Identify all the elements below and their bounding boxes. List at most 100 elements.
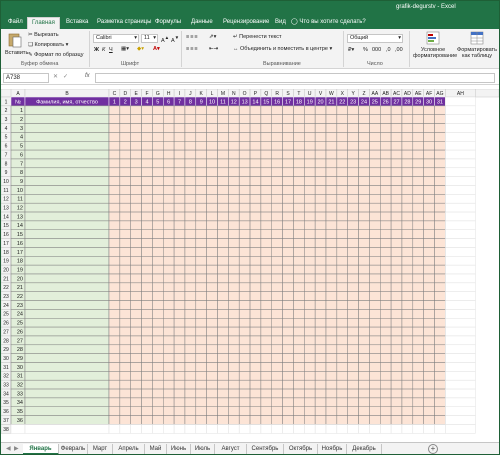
day-cell[interactable]: [423, 291, 435, 301]
day-cell[interactable]: [141, 379, 153, 390]
day-cell[interactable]: [358, 185, 370, 195]
day-cell[interactable]: [130, 318, 142, 328]
day-cell[interactable]: [195, 362, 207, 372]
day-cell[interactable]: [141, 256, 153, 266]
day-cell[interactable]: [195, 114, 207, 124]
cell[interactable]: [238, 424, 251, 434]
day-cell[interactable]: [228, 344, 240, 354]
day-cell[interactable]: [238, 344, 251, 354]
day-cell[interactable]: [119, 362, 131, 372]
day-cell[interactable]: [217, 406, 229, 416]
day-cell[interactable]: [304, 220, 316, 230]
day-cell[interactable]: [423, 362, 435, 372]
day-cell[interactable]: [304, 202, 316, 213]
day-cell[interactable]: [228, 353, 240, 363]
day-cell[interactable]: [336, 273, 348, 284]
day-cell[interactable]: [141, 167, 153, 177]
day-cell[interactable]: [163, 371, 175, 381]
day-cell[interactable]: [195, 247, 207, 257]
day-cell[interactable]: [152, 309, 164, 319]
day-cell[interactable]: [195, 282, 207, 292]
day-cell[interactable]: [336, 185, 348, 195]
day-cell[interactable]: [228, 282, 240, 292]
day-cell[interactable]: [358, 300, 370, 310]
day-cell[interactable]: [173, 273, 186, 284]
day-cell[interactable]: [108, 149, 121, 160]
name-cell[interactable]: [24, 344, 110, 354]
day-cell[interactable]: [412, 114, 424, 124]
day-cell[interactable]: [260, 335, 272, 346]
day-cell[interactable]: [423, 300, 435, 310]
day-cell[interactable]: [390, 282, 403, 292]
day-cell[interactable]: [347, 167, 359, 177]
day-cell[interactable]: [401, 415, 414, 425]
day-cell[interactable]: [304, 167, 316, 177]
day-cell[interactable]: [401, 167, 414, 177]
day-cell[interactable]: [369, 229, 381, 239]
wrap-text-button[interactable]: ↵ Перенести текст: [233, 34, 282, 40]
day-cell[interactable]: [228, 406, 240, 416]
day-cell[interactable]: [434, 141, 446, 151]
day-cell[interactable]: [249, 415, 262, 425]
day-cell[interactable]: [380, 185, 392, 195]
day-cell[interactable]: [217, 273, 229, 284]
name-cell[interactable]: [24, 326, 110, 337]
day-cell[interactable]: [238, 379, 251, 390]
day-cell[interactable]: [141, 158, 153, 169]
day-cell[interactable]: [260, 211, 272, 222]
day-cell[interactable]: [412, 202, 424, 213]
day-cell[interactable]: [390, 211, 403, 222]
day-cell[interactable]: [282, 326, 294, 337]
day-cell[interactable]: [325, 185, 338, 195]
day-cell[interactable]: [293, 105, 305, 115]
name-cell[interactable]: [24, 194, 110, 204]
day-cell[interactable]: [314, 371, 327, 381]
day-cell[interactable]: [206, 114, 218, 124]
name-cell[interactable]: [24, 167, 110, 177]
day-cell[interactable]: [108, 353, 121, 363]
day-cell[interactable]: [173, 379, 186, 390]
day-cell[interactable]: [293, 229, 305, 239]
day-cell[interactable]: [249, 114, 262, 124]
day-cell[interactable]: [304, 105, 316, 115]
day-cell[interactable]: [282, 132, 294, 142]
day-cell[interactable]: [249, 167, 262, 177]
day-cell[interactable]: [130, 247, 142, 257]
day-cell[interactable]: [108, 211, 121, 222]
day-cell[interactable]: [238, 309, 251, 319]
day-cell[interactable]: [271, 318, 283, 328]
day-cell[interactable]: [347, 105, 359, 115]
day-cell[interactable]: [358, 141, 370, 151]
day-cell[interactable]: [271, 229, 283, 239]
day-cell[interactable]: [260, 132, 272, 142]
day-cell[interactable]: [130, 264, 142, 275]
day-cell[interactable]: [336, 371, 348, 381]
day-cell[interactable]: [314, 379, 327, 390]
day-cell[interactable]: [228, 371, 240, 381]
day-cell[interactable]: [271, 114, 283, 124]
day-cell[interactable]: [293, 344, 305, 354]
day-cell[interactable]: [336, 256, 348, 266]
day-cell[interactable]: [119, 149, 131, 160]
day-cell[interactable]: [293, 176, 305, 186]
day-cell[interactable]: [401, 309, 414, 319]
day-cell[interactable]: [184, 291, 197, 301]
day-cell[interactable]: [282, 185, 294, 195]
borders-icon[interactable]: ▦▾: [121, 46, 129, 52]
day-cell[interactable]: [152, 256, 164, 266]
day-cell[interactable]: [401, 123, 414, 133]
day-cell[interactable]: [152, 406, 164, 416]
day-cell[interactable]: [293, 141, 305, 151]
day-cell[interactable]: [184, 114, 197, 124]
day-cell[interactable]: [206, 397, 218, 407]
day-cell[interactable]: [314, 362, 327, 372]
day-cell[interactable]: [390, 415, 403, 425]
day-cell[interactable]: [336, 247, 348, 257]
day-cell[interactable]: [271, 273, 283, 284]
day-cell[interactable]: [336, 415, 348, 425]
day-cell[interactable]: [358, 282, 370, 292]
day-cell[interactable]: [238, 371, 251, 381]
day-cell[interactable]: [369, 220, 381, 230]
day-cell[interactable]: [141, 388, 153, 399]
day-cell[interactable]: [217, 247, 229, 257]
